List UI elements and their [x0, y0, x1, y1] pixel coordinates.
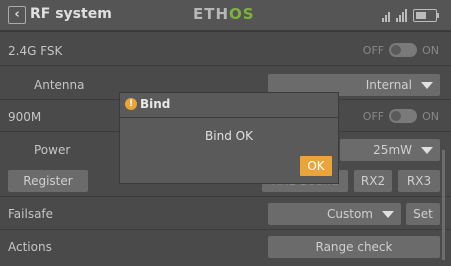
fsk-toggle[interactable]: OFF ON	[363, 43, 439, 57]
dialog-message: Bind OK	[205, 129, 253, 143]
status-icons	[382, 6, 439, 22]
power-value: 25mW	[373, 143, 412, 157]
chevron-down-icon	[382, 211, 394, 218]
toggle-off-label: OFF	[362, 43, 385, 57]
actions-label: Actions	[8, 240, 52, 254]
range-check-button[interactable]: Range check	[268, 236, 440, 258]
battery-icon	[413, 9, 439, 22]
900m-label: 900M	[8, 110, 42, 124]
signal-icon	[396, 9, 407, 22]
divider	[0, 65, 451, 66]
dialog-title: Bind	[140, 97, 171, 111]
power-select[interactable]: 25mW	[340, 139, 440, 161]
900m-toggle[interactable]: OFF ON	[363, 109, 439, 123]
register-button[interactable]: Register	[8, 170, 88, 192]
info-icon: !	[125, 98, 137, 110]
rx3-button[interactable]: RX3	[398, 170, 440, 192]
toggle-off-label: OFF	[362, 109, 385, 123]
failsafe-set-button[interactable]: Set	[406, 203, 440, 225]
row-fsk: 2.4G FSK OFF ON	[0, 38, 451, 64]
failsafe-label: Failsafe	[8, 207, 54, 221]
bind-dialog: ! Bind Bind OK OK	[119, 92, 339, 184]
toggle-on-label: ON	[422, 43, 439, 57]
toggle-track[interactable]	[389, 43, 418, 57]
chevron-down-icon	[421, 147, 433, 154]
ok-button[interactable]: OK	[300, 156, 332, 176]
divider	[0, 196, 451, 197]
ethos-logo: ETHOS	[193, 5, 255, 23]
dialog-header: ! Bind	[120, 93, 338, 118]
toggle-knob	[391, 45, 402, 55]
toggle-knob	[391, 111, 402, 121]
power-label: Power	[34, 143, 71, 157]
failsafe-select[interactable]: Custom	[268, 203, 401, 225]
page-title: RF system	[30, 6, 112, 22]
antenna-value: Internal	[365, 78, 412, 92]
divider	[0, 229, 451, 230]
fsk-label: 2.4G FSK	[8, 44, 63, 58]
row-failsafe: Failsafe Custom Set	[0, 201, 451, 227]
signal-icon	[382, 12, 390, 22]
chevron-down-icon	[421, 82, 433, 89]
antenna-label: Antenna	[34, 78, 85, 92]
failsafe-value: Custom	[327, 207, 373, 221]
back-button[interactable]: ‹	[8, 6, 26, 24]
toggle-on-label: ON	[422, 109, 439, 123]
scrollbar[interactable]	[442, 150, 445, 260]
rx2-button[interactable]: RX2	[354, 170, 392, 192]
row-actions: Actions Range check	[0, 234, 451, 260]
toggle-track[interactable]	[389, 109, 418, 123]
header-bar: ‹ RF system ETHOS	[0, 0, 451, 32]
